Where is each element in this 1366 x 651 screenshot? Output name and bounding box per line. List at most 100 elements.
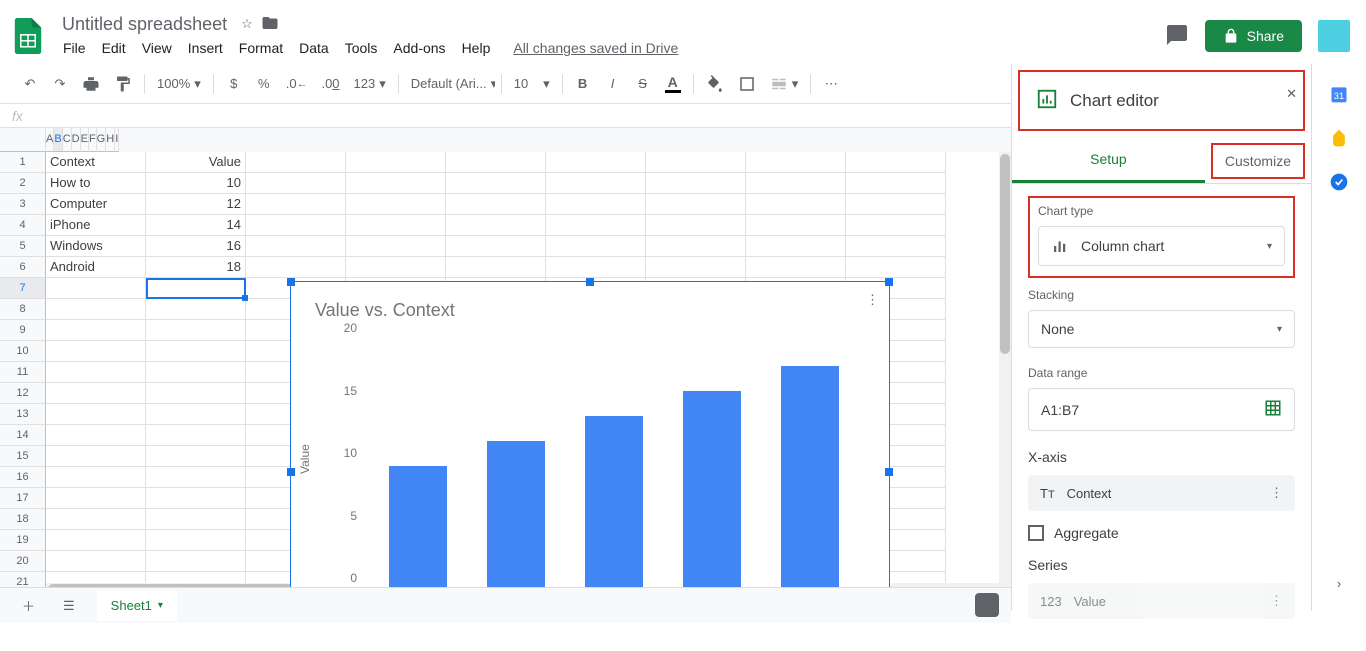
cell-B14[interactable] (146, 425, 246, 446)
cell-B6[interactable]: 18 (146, 257, 246, 278)
cell-E1[interactable] (446, 152, 546, 173)
col-header-I[interactable]: I (115, 128, 119, 152)
menu-data[interactable]: Data (292, 36, 336, 60)
row-header-16[interactable]: 16 (0, 467, 46, 488)
cell-I3[interactable] (846, 194, 946, 215)
redo-icon[interactable]: ↷ (46, 70, 74, 98)
tab-setup[interactable]: Setup (1012, 139, 1205, 183)
text-color-icon[interactable]: A (659, 70, 687, 98)
cell-B13[interactable] (146, 404, 246, 425)
row-header-3[interactable]: 3 (0, 194, 46, 215)
cell-B5[interactable]: 16 (146, 236, 246, 257)
row-header-12[interactable]: 12 (0, 383, 46, 404)
merge-icon[interactable]: ▾ (764, 71, 805, 97)
cell-H6[interactable] (746, 257, 846, 278)
row-header-9[interactable]: 9 (0, 320, 46, 341)
cell-A14[interactable] (46, 425, 146, 446)
row-header-5[interactable]: 5 (0, 236, 46, 257)
cell-D2[interactable] (346, 173, 446, 194)
cell-B2[interactable]: 10 (146, 173, 246, 194)
row-header-11[interactable]: 11 (0, 362, 46, 383)
cell-C5[interactable] (246, 236, 346, 257)
row-header-14[interactable]: 14 (0, 425, 46, 446)
row-header-19[interactable]: 19 (0, 530, 46, 551)
row-header-7[interactable]: 7 (0, 278, 46, 299)
col-header-A[interactable]: A (46, 128, 54, 152)
vertical-scrollbar[interactable] (999, 152, 1011, 611)
cell-H4[interactable] (746, 215, 846, 236)
cell-F3[interactable] (546, 194, 646, 215)
cell-G4[interactable] (646, 215, 746, 236)
paint-format-icon[interactable] (108, 70, 138, 98)
cell-B9[interactable] (146, 320, 246, 341)
cell-B8[interactable] (146, 299, 246, 320)
format-currency[interactable]: $ (220, 70, 248, 98)
hide-sidepanel-icon[interactable]: › (1337, 576, 1341, 591)
explore-button[interactable] (975, 593, 999, 617)
tab-customize[interactable]: Customize (1211, 143, 1305, 179)
select-range-icon[interactable] (1264, 399, 1282, 420)
format-percent[interactable]: % (250, 70, 278, 98)
cell-E2[interactable] (446, 173, 546, 194)
menu-help[interactable]: Help (455, 36, 498, 60)
cell-A5[interactable]: Windows (46, 236, 146, 257)
cell-I1[interactable] (846, 152, 946, 173)
xaxis-field[interactable]: TT Context ⋮ (1028, 475, 1295, 511)
cell-D4[interactable] (346, 215, 446, 236)
folder-icon[interactable] (261, 14, 279, 35)
chart-menu-icon[interactable]: ⋮ (866, 292, 879, 308)
inc-decimals[interactable]: .00 (315, 70, 345, 98)
fill-color-icon[interactable] (700, 70, 730, 98)
row-header-2[interactable]: 2 (0, 173, 46, 194)
cell-C6[interactable] (246, 257, 346, 278)
sheet-tab-1[interactable]: Sheet1 ▾ (97, 590, 177, 621)
cell-F1[interactable] (546, 152, 646, 173)
cell-B15[interactable] (146, 446, 246, 467)
cell-B10[interactable] (146, 341, 246, 362)
embedded-chart[interactable]: ⋮ Value vs. Context Value 05101520 How t… (290, 281, 890, 623)
cell-A6[interactable]: Android (46, 257, 146, 278)
cell-G6[interactable] (646, 257, 746, 278)
doc-title[interactable]: Untitled spreadsheet (56, 12, 233, 37)
cell-D5[interactable] (346, 236, 446, 257)
menu-edit[interactable]: Edit (95, 36, 133, 60)
row-header-20[interactable]: 20 (0, 551, 46, 572)
cell-B3[interactable]: 12 (146, 194, 246, 215)
cell-C1[interactable] (246, 152, 346, 173)
stacking-select[interactable]: None ▾ (1028, 310, 1295, 348)
chart-type-select[interactable]: Column chart ▾ (1038, 226, 1285, 266)
menu-tools[interactable]: Tools (338, 36, 385, 60)
cell-I4[interactable] (846, 215, 946, 236)
data-range-input[interactable]: A1:B7 (1028, 388, 1295, 431)
menu-insert[interactable]: Insert (181, 36, 230, 60)
cell-H3[interactable] (746, 194, 846, 215)
font-size[interactable]: 10 ▾ (508, 72, 556, 96)
cell-B7[interactable] (146, 278, 246, 299)
cell-B20[interactable] (146, 551, 246, 572)
bold-icon[interactable]: B (569, 70, 597, 98)
menu-view[interactable]: View (135, 36, 179, 60)
cell-F4[interactable] (546, 215, 646, 236)
zoom-dropdown[interactable]: 100% ▾ (151, 72, 207, 96)
series-menu-icon[interactable]: ⋮ (1270, 593, 1283, 609)
col-header-C[interactable]: C (63, 128, 72, 152)
cell-E5[interactable] (446, 236, 546, 257)
cell-A8[interactable] (46, 299, 146, 320)
comment-icon[interactable] (1165, 23, 1189, 50)
all-sheets-icon[interactable]: ☰ (57, 592, 81, 620)
add-sheet-icon[interactable]: ＋ (16, 590, 41, 621)
row-header-1[interactable]: 1 (0, 152, 46, 173)
row-header-13[interactable]: 13 (0, 404, 46, 425)
cell-B12[interactable] (146, 383, 246, 404)
cell-D3[interactable] (346, 194, 446, 215)
cell-C3[interactable] (246, 194, 346, 215)
menu-file[interactable]: File (56, 36, 93, 60)
cell-F2[interactable] (546, 173, 646, 194)
cell-H2[interactable] (746, 173, 846, 194)
avatar[interactable] (1318, 20, 1350, 52)
cell-C2[interactable] (246, 173, 346, 194)
cell-B4[interactable]: 14 (146, 215, 246, 236)
cell-F6[interactable] (546, 257, 646, 278)
cell-A16[interactable] (46, 467, 146, 488)
cell-B16[interactable] (146, 467, 246, 488)
